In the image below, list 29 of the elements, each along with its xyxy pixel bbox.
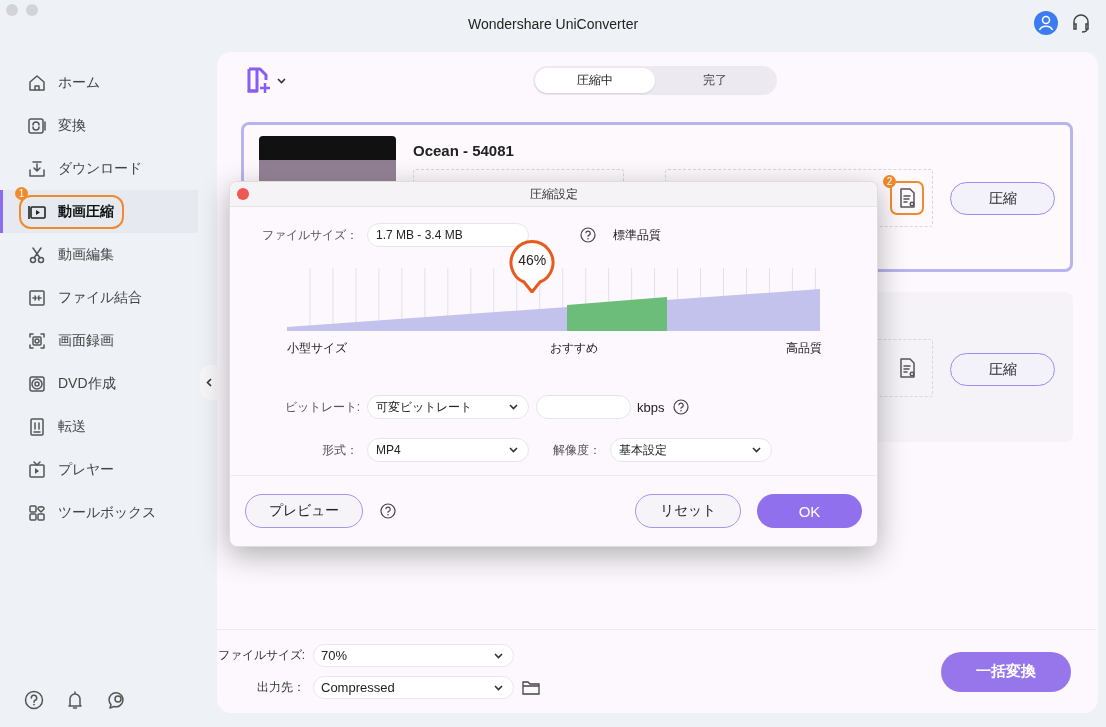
sidebar-label: ファイル結合 <box>58 288 142 307</box>
file-size-field: 1.7 MB - 3.4 MB <box>367 223 529 247</box>
output-label: 出力先： <box>256 679 305 696</box>
step-badge: 2 <box>883 175 896 188</box>
step-badge: 1 <box>15 186 28 200</box>
quality-label: 標準品質 <box>613 226 661 244</box>
sidebar-label: 画面録画 <box>58 331 114 350</box>
unit-label: kbps <box>637 399 665 415</box>
sidebar-label: 転送 <box>58 417 86 436</box>
resolution-label: 解像度： <box>553 441 601 459</box>
sidebar-label: ダウンロード <box>58 159 142 178</box>
sidebar-label: ホーム <box>58 73 100 92</box>
file-title: Ocean - 54081 <box>413 142 515 160</box>
bitrate-label: ビットレート: <box>283 398 360 416</box>
file-size-label: ファイルサイズ: <box>216 647 305 664</box>
max-label: 高品質 <box>786 340 822 357</box>
format-label: 形式： <box>321 441 358 459</box>
sidebar-label: ツールボックス <box>58 503 156 522</box>
sidebar-label: プレヤー <box>58 460 114 479</box>
min-label: 小型サイズ <box>287 340 347 357</box>
window-title: Wondershare UniConverter <box>467 15 639 32</box>
sidebar-label: 動画編集 <box>58 245 114 264</box>
sidebar-label: 動画圧縮 <box>58 202 114 221</box>
dialog-title: 圧縮設定 <box>529 185 578 203</box>
file-size-label: ファイルサイズ： <box>261 226 358 244</box>
sidebar-label: 変換 <box>58 116 86 135</box>
slider-value: 46% <box>517 252 548 268</box>
recommended-label: おすすめ <box>549 340 598 357</box>
sidebar-label: DVD作成 <box>58 374 116 393</box>
